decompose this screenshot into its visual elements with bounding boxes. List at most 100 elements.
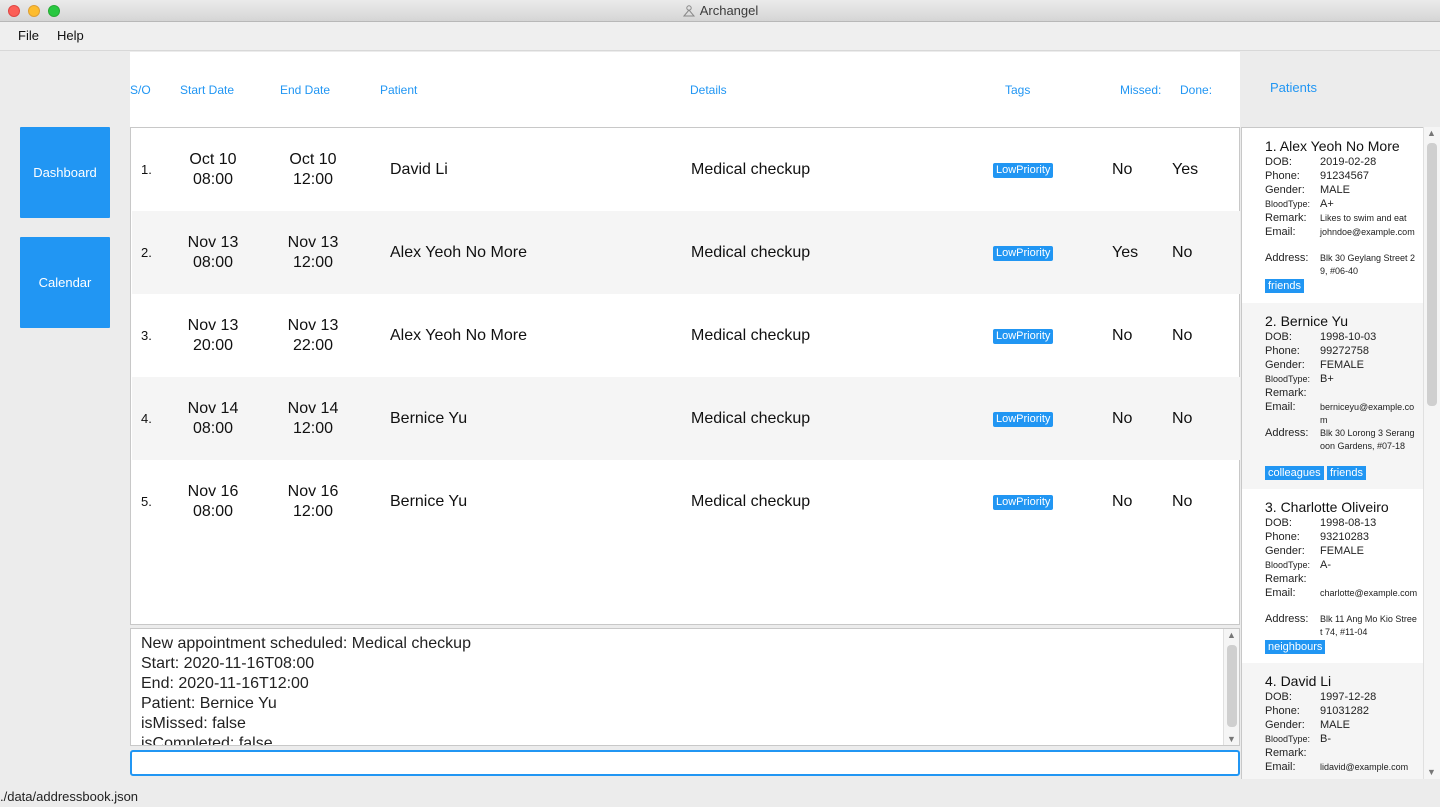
row-index: 4. bbox=[141, 411, 152, 426]
close-window-button[interactable] bbox=[8, 5, 20, 17]
remark-label: Remark: bbox=[1265, 747, 1307, 759]
remark-label: Remark: bbox=[1265, 387, 1307, 399]
address-label: Address: bbox=[1265, 252, 1309, 264]
email-value: berniceyu@example.com bbox=[1320, 402, 1415, 425]
result-display[interactable]: New appointment scheduled: Medical check… bbox=[130, 628, 1240, 746]
result-line: Patient: Bernice Yu bbox=[141, 695, 277, 712]
result-line: isCompleted: false bbox=[141, 735, 273, 746]
blood-label: BloodType: bbox=[1265, 374, 1311, 384]
patient-name: Alex Yeoh No More bbox=[390, 244, 527, 261]
table-row[interactable]: 1. Oct 10 08:00 Oct 10 12:00 David Li Medi… bbox=[132, 128, 1240, 211]
table-row[interactable]: 5. Nov 16 08:00 Nov 16 12:00 Bernice Yu Me… bbox=[132, 460, 1240, 543]
patient-tag: friends bbox=[1265, 279, 1305, 293]
table-row[interactable]: 4. Nov 14 08:00 Nov 14 12:00 Bernice Yu Me… bbox=[132, 377, 1240, 460]
table-row[interactable]: 3. Nov 13 20:00 Nov 13 22:00 Alex Yeoh No … bbox=[132, 294, 1240, 377]
column-header-tags: Tags bbox=[1005, 83, 1031, 97]
priority-tag: LowPriority bbox=[993, 246, 1054, 261]
start-date: Nov 16 08:00 bbox=[187, 483, 239, 520]
end-date: Nov 16 12:00 bbox=[287, 483, 339, 520]
menu-bar: File Help bbox=[0, 22, 1440, 51]
blood-label: BloodType: bbox=[1265, 199, 1311, 209]
blood-label: BloodType: bbox=[1265, 734, 1311, 744]
appointment-details: Medical checkup bbox=[691, 410, 811, 427]
patient-card[interactable]: 4. David Li DOB: 1997-12-28 Phone: 91031… bbox=[1242, 663, 1423, 779]
patient-name: Bernice Yu bbox=[390, 410, 468, 427]
phone-value: 91031282 bbox=[1320, 705, 1369, 717]
patient-list[interactable]: 1. Alex Yeoh No More DOB: 2019-02-28 Pho… bbox=[1241, 127, 1440, 779]
calendar-button[interactable]: Calendar bbox=[20, 237, 110, 328]
command-input[interactable] bbox=[130, 750, 1240, 776]
start-date: Nov 13 20:00 bbox=[187, 317, 239, 354]
column-header-end-date: End Date bbox=[280, 83, 331, 97]
column-header-so: S/O bbox=[130, 83, 151, 97]
done-value: Yes bbox=[1172, 161, 1199, 178]
end-date: Nov 13 12:00 bbox=[287, 234, 339, 271]
dob-value: 1998-08-13 bbox=[1320, 517, 1377, 529]
phone-label: Phone: bbox=[1265, 705, 1300, 717]
remark-label: Remark: bbox=[1265, 212, 1307, 224]
window-title: Archangel bbox=[699, 3, 759, 18]
phone-label: Phone: bbox=[1265, 345, 1300, 357]
scroll-up-icon[interactable]: ▲ bbox=[1427, 128, 1436, 138]
gender-value: FEMALE bbox=[1320, 359, 1365, 371]
scroll-thumb[interactable] bbox=[1427, 143, 1437, 406]
result-scrollbar[interactable]: ▲ ▼ bbox=[1223, 629, 1239, 745]
dob-label: DOB: bbox=[1265, 156, 1292, 168]
result-line: End: 2020-11-16T12:00 bbox=[141, 675, 309, 692]
missed-value: No bbox=[1112, 410, 1133, 427]
done-value: No bbox=[1172, 244, 1193, 261]
gender-label: Gender: bbox=[1265, 359, 1305, 371]
address-value: Blk 30 Geylang Street 29, #06-40 bbox=[1320, 253, 1416, 276]
remark-value: Likes to swim and eat bbox=[1320, 213, 1407, 223]
row-index: 5. bbox=[141, 494, 152, 509]
menu-help[interactable]: Help bbox=[57, 28, 84, 43]
patient-card[interactable]: 2. Bernice Yu DOB: 1998-10-03 Phone: 992… bbox=[1242, 303, 1423, 489]
missed-value: No bbox=[1112, 161, 1133, 178]
patient-name: 3. Charlotte Oliveiro bbox=[1265, 499, 1389, 515]
result-line: isMissed: false bbox=[141, 715, 246, 732]
done-value: No bbox=[1172, 327, 1193, 344]
blood-value: A- bbox=[1320, 559, 1331, 571]
appointment-details: Medical checkup bbox=[691, 327, 811, 344]
dashboard-button[interactable]: Dashboard bbox=[20, 127, 110, 218]
patient-name: Alex Yeoh No More bbox=[390, 327, 527, 344]
menu-file[interactable]: File bbox=[18, 28, 39, 43]
remark-label: Remark: bbox=[1265, 573, 1307, 585]
priority-tag: LowPriority bbox=[993, 163, 1054, 178]
patients-panel-header: Patients bbox=[1240, 52, 1440, 127]
phone-label: Phone: bbox=[1265, 170, 1300, 182]
minimize-window-button[interactable] bbox=[28, 5, 40, 17]
scroll-up-icon[interactable]: ▲ bbox=[1227, 630, 1236, 640]
column-header-patient: Patient bbox=[380, 83, 418, 97]
table-row[interactable]: 2. Nov 13 08:00 Nov 13 12:00 Alex Yeoh No … bbox=[132, 211, 1240, 294]
row-index: 1. bbox=[141, 162, 152, 177]
missed-value: No bbox=[1112, 327, 1133, 344]
patient-name: 4. David Li bbox=[1265, 673, 1332, 689]
done-value: No bbox=[1172, 410, 1193, 427]
gender-label: Gender: bbox=[1265, 545, 1305, 557]
email-label: Email: bbox=[1265, 226, 1296, 238]
scroll-down-icon[interactable]: ▼ bbox=[1227, 734, 1236, 744]
done-value: No bbox=[1172, 493, 1193, 510]
scroll-thumb[interactable] bbox=[1227, 645, 1237, 727]
scroll-down-icon[interactable]: ▼ bbox=[1427, 767, 1436, 777]
patient-name: David Li bbox=[390, 161, 448, 178]
patient-name: 1. Alex Yeoh No More bbox=[1265, 138, 1400, 154]
patient-card[interactable]: 1. Alex Yeoh No More DOB: 2019-02-28 Pho… bbox=[1242, 128, 1423, 303]
patient-list-scrollbar[interactable]: ▲ ▼ bbox=[1423, 127, 1440, 779]
appointment-table-header: S/O Start Date End Date Patient Details … bbox=[130, 52, 1240, 127]
appointment-table[interactable]: 1. Oct 10 08:00 Oct 10 12:00 David Li Medi… bbox=[130, 127, 1240, 625]
priority-tag: LowPriority bbox=[993, 495, 1054, 510]
email-value: lidavid@example.com bbox=[1320, 762, 1409, 772]
blood-label: BloodType: bbox=[1265, 560, 1311, 570]
email-label: Email: bbox=[1265, 587, 1296, 599]
dob-label: DOB: bbox=[1265, 517, 1292, 529]
maximize-window-button[interactable] bbox=[48, 5, 60, 17]
patient-card[interactable]: 3. Charlotte Oliveiro DOB: 1998-08-13 Ph… bbox=[1242, 489, 1423, 663]
column-header-done: Done: bbox=[1180, 83, 1213, 97]
title-bar: Archangel bbox=[0, 0, 1440, 22]
gender-value: MALE bbox=[1320, 719, 1350, 731]
column-header-start-date: Start Date bbox=[180, 83, 235, 97]
email-value: charlotte@example.com bbox=[1320, 588, 1418, 598]
dob-value: 1997-12-28 bbox=[1320, 691, 1377, 703]
